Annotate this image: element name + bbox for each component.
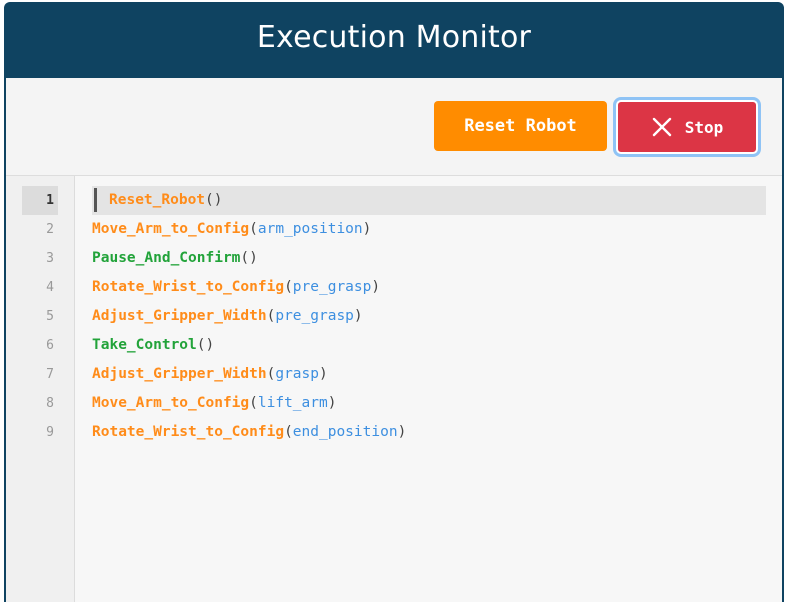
close-paren: ) [249,250,258,266]
function-name: Adjust_Gripper_Width [92,366,267,382]
reset-robot-button[interactable]: Reset Robot [434,101,607,151]
code-line[interactable]: Adjust_Gripper_Width(grasp) [92,360,328,389]
line-number: 3 [46,251,54,266]
stop-button[interactable]: Stop [616,100,758,154]
function-argument: grasp [275,366,319,382]
close-paren: ) [397,424,407,440]
close-paren: ) [371,279,381,295]
open-paren: ( [284,279,293,295]
execution-monitor-panel: Execution Monitor Reset Robot Stop 1 2 3 4 5… [4,2,784,602]
line-number: 7 [46,367,54,382]
line-number: 9 [46,425,54,440]
line-number: 5 [46,309,54,324]
function-argument: pre_grasp [292,279,372,295]
open-paren: ( [284,424,293,440]
code-line[interactable]: Take_Control() [92,331,214,360]
line-number: 4 [46,280,54,295]
code-line[interactable]: Move_Arm_to_Config(arm_position) [92,215,371,244]
function-name: Pause_And_Confirm [92,250,241,266]
code-line[interactable]: Adjust_Gripper_Width(pre_grasp) [92,302,363,331]
code-line[interactable]: Rotate_Wrist_to_Config(pre_grasp) [92,273,380,302]
close-paren: ) [205,337,215,353]
reset-robot-label: Reset Robot [464,116,577,136]
stop-label: Stop [684,117,724,137]
close-icon [651,116,673,138]
close-paren: ) [362,221,372,237]
function-name: Rotate_Wrist_to_Config [92,279,285,295]
open-paren: ( [249,395,258,411]
line-number: 1 [46,193,54,208]
function-argument: end_position [292,424,398,440]
open-paren: ( [205,192,214,208]
open-paren: ( [249,221,258,237]
line-number: 2 [46,222,54,237]
function-name: Move_Arm_to_Config [92,395,250,411]
code-line[interactable]: Move_Arm_to_Config(lift_arm) [92,389,336,418]
function-name: Reset_Robot [109,192,206,208]
function-name: Adjust_Gripper_Width [92,308,267,324]
close-paren: ) [213,192,223,208]
code-editor[interactable]: 123456789 Reset_Robot() Move_Arm_to_Confi… [6,176,782,602]
close-paren: ) [353,308,363,324]
function-name: Rotate_Wrist_to_Config [92,424,285,440]
panel-body: Reset Robot Stop 123456789 Reset_Robot()… [6,78,782,602]
line-number-gutter: 1 2 3 4 5 6 7 8 9 [6,176,75,602]
code-line[interactable]: Rotate_Wrist_to_Config(end_position) [92,418,406,447]
close-paren: ) [327,395,337,411]
function-name: Move_Arm_to_Config [92,221,250,237]
close-paren: ) [319,366,328,382]
code-line[interactable]: Reset_Robot() [109,186,223,215]
open-paren: ( [240,250,250,266]
text-cursor [94,188,97,212]
line-number: 6 [46,338,54,353]
page-title: Execution Monitor [256,19,532,55]
function-argument: arm_position [257,221,363,237]
open-paren: ( [196,337,206,353]
function-name: Take_Control [92,337,197,353]
function-argument: lift_arm [257,395,328,411]
code-line[interactable]: Pause_And_Confirm() [92,244,258,273]
panel-header: Execution Monitor [4,2,784,78]
line-number: 8 [46,396,54,411]
function-argument: pre_grasp [275,308,354,324]
toolbar: Reset Robot Stop [6,78,782,176]
